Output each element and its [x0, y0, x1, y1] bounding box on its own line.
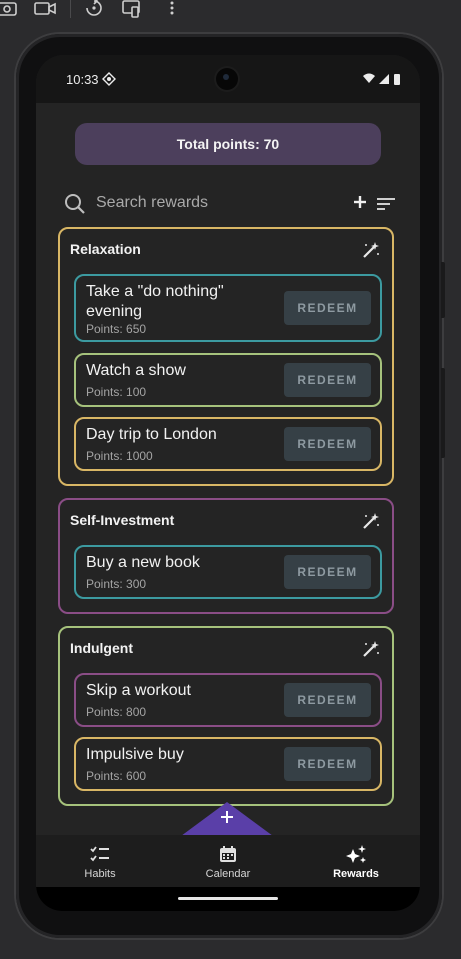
camera-icon[interactable] — [0, 0, 18, 23]
reward-points: Points: 800 — [86, 705, 147, 719]
emulator-toolbar — [0, 0, 461, 22]
reward-name: Day trip to London — [86, 426, 217, 443]
reward-card[interactable]: Watch a show Points: 100 REDEEM — [74, 353, 382, 407]
category-title: Self-Investment — [70, 512, 175, 528]
nav-calendar[interactable]: Calendar — [164, 835, 292, 887]
reward-name: Skip a workout — [86, 682, 191, 699]
redeem-button[interactable]: REDEEM — [284, 363, 371, 397]
device-screen: 10:33 Total points: 70 Search rewards Re… — [36, 55, 420, 911]
reward-name: Take a "do nothing" evening — [86, 283, 224, 320]
reward-name: Impulsive buy — [86, 746, 184, 763]
category-title: Indulgent — [70, 640, 133, 656]
nav-label: Calendar — [205, 868, 251, 880]
category-indulgent: Indulgent Skip a workout Points: 800 RED… — [58, 626, 394, 806]
video-icon[interactable] — [34, 0, 58, 23]
reward-points: Points: 300 — [86, 577, 147, 591]
reward-card[interactable]: Skip a workout Points: 800 REDEEM — [74, 673, 382, 727]
add-fab[interactable] — [181, 802, 273, 836]
signal-icon — [379, 74, 389, 84]
search-input[interactable]: Search rewards — [96, 194, 208, 212]
search-bar: Search rewards — [36, 189, 420, 221]
nav-label: Habits — [84, 868, 116, 880]
magic-wand-icon[interactable] — [362, 640, 380, 663]
status-time: 10:33 — [66, 72, 99, 87]
battery-icon — [394, 74, 400, 85]
reward-card[interactable]: Day trip to London Points: 1000 REDEEM — [74, 417, 382, 471]
reward-points: Points: 100 — [86, 385, 147, 399]
nav-rewards[interactable]: Rewards — [292, 835, 420, 887]
gesture-bar — [36, 887, 420, 911]
reward-card[interactable]: Take a "do nothing" evening Points: 650 … — [74, 274, 382, 342]
magic-wand-icon[interactable] — [362, 241, 380, 264]
status-bar: 10:33 — [36, 55, 420, 103]
plus-icon — [220, 810, 234, 829]
nav-label: Rewards — [333, 868, 379, 880]
nav-habits[interactable]: Habits — [36, 835, 164, 887]
category-relaxation: Relaxation Take a "do nothing" evening P… — [58, 227, 394, 486]
wifi-icon — [363, 73, 375, 83]
more-icon[interactable] — [166, 0, 178, 23]
redeem-button[interactable]: REDEEM — [284, 291, 371, 325]
power-button[interactable] — [441, 368, 445, 458]
reward-points: Points: 1000 — [86, 449, 153, 463]
total-points-banner: Total points: 70 — [75, 123, 381, 165]
redeem-button[interactable]: REDEEM — [284, 555, 371, 589]
reward-points: Points: 650 — [86, 322, 147, 336]
reward-name: Buy a new book — [86, 554, 200, 571]
magic-wand-icon[interactable] — [362, 512, 380, 535]
reward-points: Points: 600 — [86, 769, 147, 783]
redeem-button[interactable]: REDEEM — [284, 747, 371, 781]
home-gesture-handle[interactable] — [178, 897, 278, 900]
front-camera — [216, 68, 238, 90]
toolbar-divider — [70, 0, 71, 18]
status-icons — [362, 72, 402, 91]
reward-card[interactable]: Buy a new book Points: 300 REDEEM — [74, 545, 382, 599]
ide-bottom-strip — [0, 940, 461, 959]
volume-button[interactable] — [441, 262, 445, 318]
search-icon[interactable] — [64, 193, 86, 220]
add-reward-icon[interactable] — [353, 195, 367, 214]
redeem-button[interactable]: REDEEM — [284, 683, 371, 717]
status-settings-icon — [102, 72, 116, 91]
category-title: Relaxation — [70, 241, 141, 257]
screenshot-icon[interactable] — [122, 0, 144, 23]
reward-card[interactable]: Impulsive buy Points: 600 REDEEM — [74, 737, 382, 791]
calendar-icon — [219, 845, 237, 868]
reward-name: Watch a show — [86, 362, 186, 379]
checklist-icon — [90, 845, 110, 868]
sparkle-icon — [345, 845, 367, 870]
redeem-button[interactable]: REDEEM — [284, 427, 371, 461]
rotate-icon[interactable] — [84, 0, 104, 23]
sort-icon[interactable] — [376, 197, 396, 216]
category-self-investment: Self-Investment Buy a new book Points: 3… — [58, 498, 394, 614]
rewards-screen: Total points: 70 Search rewards Relaxati… — [36, 103, 420, 835]
bottom-navigation: Habits Calendar Rewards — [36, 835, 420, 887]
